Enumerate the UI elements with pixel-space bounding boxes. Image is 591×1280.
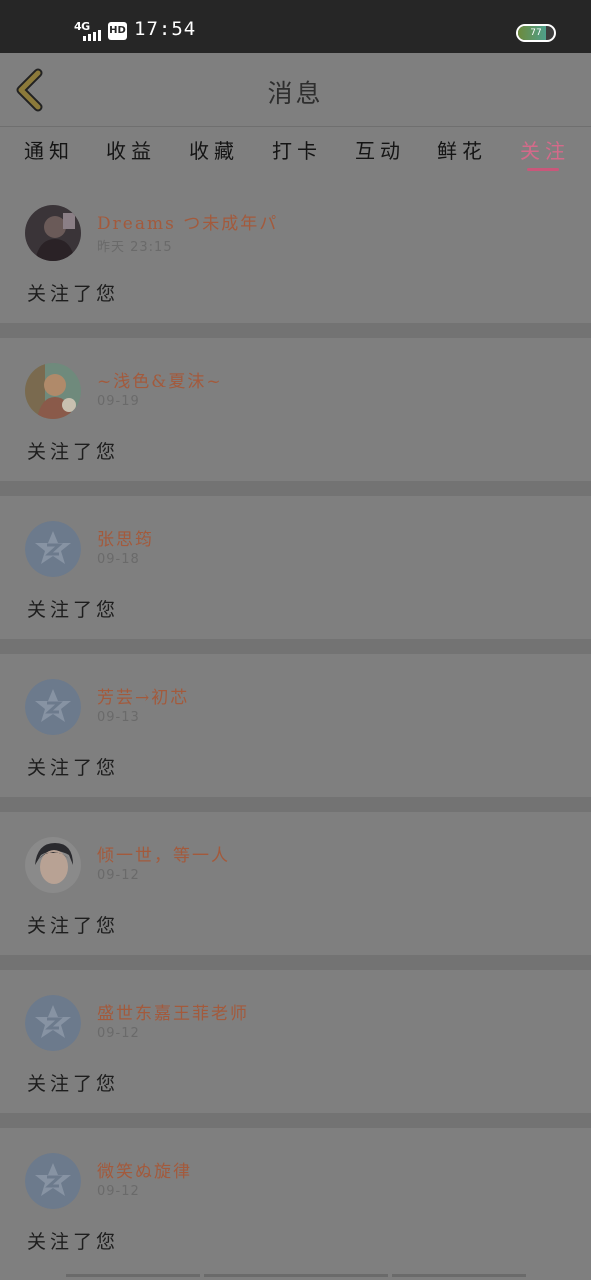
page-title: 消息	[267, 79, 324, 108]
divider	[0, 797, 591, 812]
battery-level: 77	[530, 28, 542, 38]
avatar[interactable]	[25, 363, 81, 419]
avatar[interactable]	[25, 205, 81, 261]
tab-interaction[interactable]: 互动	[355, 135, 405, 164]
timestamp: 09-12	[97, 868, 140, 883]
default-avatar-icon	[25, 679, 81, 735]
status-bar: 4G HD 17:54 77	[0, 0, 591, 53]
user-name[interactable]: 芳芸→初芯	[97, 683, 189, 708]
tab-checkin[interactable]: 打卡	[272, 135, 322, 164]
tab-bar: 通知 收益 收藏 打卡 互动 鲜花 关注	[0, 126, 591, 176]
default-avatar-icon	[25, 995, 81, 1051]
default-avatar-icon	[25, 1153, 81, 1209]
user-photo-icon	[25, 837, 81, 893]
message-text: 关注了您	[27, 757, 120, 779]
user-name[interactable]: ~浅色&夏沫~	[97, 367, 223, 392]
list-item[interactable]: 倾一世，等一人 09-12 关注了您	[0, 812, 591, 955]
message-text: 关注了您	[27, 915, 120, 937]
tab-flowers[interactable]: 鲜花	[437, 135, 487, 164]
list-item[interactable]: ~浅色&夏沫~ 09-19 关注了您	[0, 338, 591, 481]
message-text: 关注了您	[27, 441, 120, 463]
message-text: 关注了您	[27, 283, 120, 305]
divider	[0, 481, 591, 496]
timestamp: 09-18	[97, 552, 140, 567]
list-item[interactable]: 芳芸→初芯 09-13 关注了您	[0, 654, 591, 797]
timestamp: 09-19	[97, 394, 140, 409]
avatar[interactable]	[25, 521, 81, 577]
list-item[interactable]: 张思筠 09-18 关注了您	[0, 496, 591, 639]
user-name[interactable]: 张思筠	[97, 525, 154, 550]
tab-favorites[interactable]: 收藏	[189, 135, 239, 164]
message-text: 关注了您	[27, 599, 120, 621]
avatar[interactable]	[25, 1153, 81, 1209]
message-text: 关注了您	[27, 1231, 120, 1253]
hd-badge: HD	[108, 22, 127, 40]
tab-notice[interactable]: 通知	[24, 135, 74, 164]
user-name[interactable]: Dreams つ未成年パ	[97, 209, 278, 234]
divider	[0, 1113, 591, 1128]
user-photo-icon	[25, 205, 81, 261]
avatar[interactable]	[25, 679, 81, 735]
avatar[interactable]	[25, 837, 81, 893]
page-header: 消息	[0, 53, 591, 126]
timestamp: 09-13	[97, 710, 140, 725]
user-photo-icon	[25, 363, 81, 419]
list-item[interactable]: Dreams つ未成年パ 昨天 23:15 关注了您	[0, 180, 591, 323]
divider	[0, 639, 591, 654]
tab-earnings[interactable]: 收益	[106, 135, 156, 164]
clock: 17:54	[134, 18, 197, 40]
list-item[interactable]: 微笑ぬ旋律 09-12 关注了您	[0, 1128, 591, 1271]
divider	[0, 955, 591, 970]
battery-icon: 77	[516, 24, 556, 42]
timestamp: 09-12	[97, 1026, 140, 1041]
timestamp: 09-12	[97, 1184, 140, 1199]
user-name[interactable]: 倾一世，等一人	[97, 841, 230, 866]
list-item[interactable]: 盛世东嘉王菲老师 09-12 关注了您	[0, 970, 591, 1113]
signal-icon	[83, 27, 101, 41]
default-avatar-icon	[25, 521, 81, 577]
timestamp: 昨天 23:15	[97, 240, 173, 255]
active-tab-indicator	[527, 168, 559, 171]
message-text: 关注了您	[27, 1073, 120, 1095]
user-name[interactable]: 微笑ぬ旋律	[97, 1157, 192, 1182]
tab-following[interactable]: 关注	[520, 135, 570, 164]
user-name[interactable]: 盛世东嘉王菲老师	[97, 999, 249, 1024]
scroll-indicator	[66, 1274, 526, 1277]
avatar[interactable]	[25, 995, 81, 1051]
divider	[0, 323, 591, 338]
